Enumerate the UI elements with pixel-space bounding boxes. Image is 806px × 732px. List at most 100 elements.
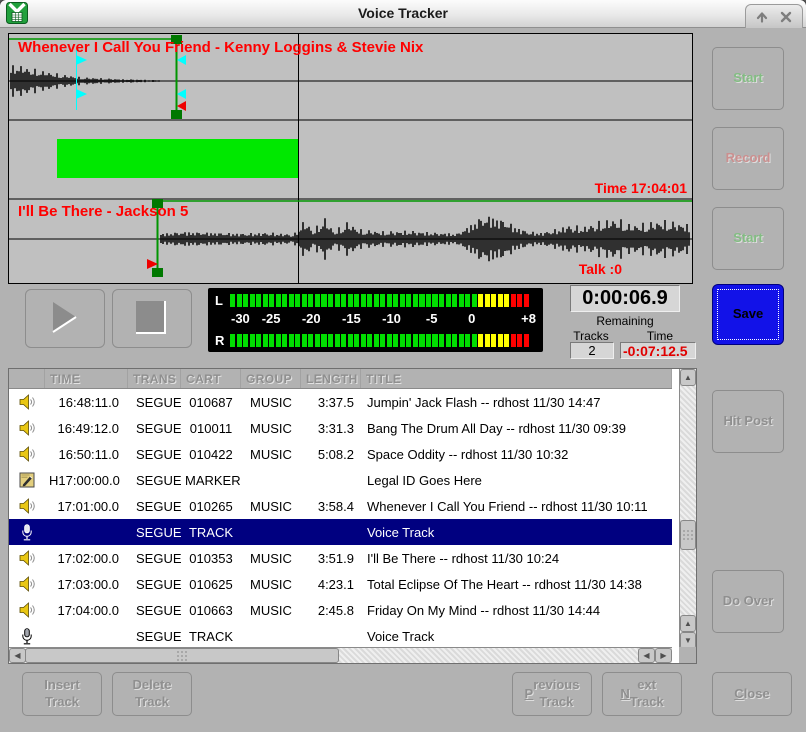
track3-edit-handle[interactable] (152, 268, 163, 277)
horizontal-scrollbar[interactable] (9, 647, 672, 663)
meter-segment (446, 294, 451, 307)
column-header-icon[interactable] (9, 369, 45, 388)
column-header-time[interactable]: TIME (45, 369, 128, 388)
shade-window-icon[interactable] (755, 10, 769, 24)
cell-title: Bang The Drum All Day -- rdhost 11/30 09… (361, 421, 672, 436)
scroll-right-button[interactable] (655, 648, 672, 663)
meter-segment (328, 334, 333, 347)
log-table-rows: 16:48:11.0SEGUE010687MUSIC3:37.5Jumpin' … (9, 389, 672, 649)
save-button[interactable]: Save (712, 284, 784, 345)
talk-counter-label: Talk :0 (579, 261, 622, 277)
previous-track-button[interactable]: PreviousTrack (512, 672, 592, 716)
cell-title: Jumpin' Jack Flash -- rdhost 11/30 14:47 (361, 395, 672, 410)
play-button[interactable] (25, 289, 105, 348)
fade-end-marker-icon[interactable] (177, 55, 186, 65)
meter-segment (432, 294, 437, 307)
column-header-title[interactable]: TITLE (361, 369, 672, 388)
cell-trans: SEGUE (128, 629, 181, 644)
cell-icon (9, 628, 45, 645)
meter-segment (335, 294, 340, 307)
cell-group: MUSIC (241, 499, 301, 514)
cell-title: I'll Be There -- rdhost 11/30 10:24 (361, 551, 672, 566)
meter-segment (426, 294, 431, 307)
cell-length: 3:37.5 (301, 395, 361, 410)
close-button[interactable]: Close (712, 672, 792, 716)
track-time-label: Time 17:04:01 (595, 180, 687, 196)
track3-start-marker-icon[interactable] (147, 259, 158, 269)
record-button[interactable]: Record (712, 127, 784, 190)
meter-segment (511, 334, 516, 347)
fade-start-marker-icon[interactable] (76, 55, 87, 65)
column-header-length[interactable]: LENGTH (301, 369, 361, 388)
meter-segment (459, 294, 464, 307)
log-row[interactable]: 17:04:00.0SEGUE010663MUSIC2:45.8Friday O… (9, 597, 672, 623)
waveform-panel[interactable]: Whenever I Call You Friend - Kenny Loggi… (8, 33, 693, 284)
hit-post-button[interactable]: Hit Post (712, 390, 784, 453)
close-window-icon[interactable] (779, 10, 793, 24)
next-track-button[interactable]: NextTrack (602, 672, 682, 716)
remaining-tracks-label: Tracks (560, 329, 622, 343)
meter-segment (263, 294, 268, 307)
cell-title: Total Eclipse Of The Heart -- rdhost 11/… (361, 577, 672, 592)
track1-edit-handle[interactable] (171, 110, 182, 119)
log-row-selected[interactable]: SEGUETRACKVoice Track (9, 519, 672, 545)
cell-icon (9, 472, 45, 488)
cell-trans: SEGUE (128, 447, 181, 462)
scroll-left-button-2[interactable] (638, 648, 655, 663)
cell-cart: 010011 (181, 421, 241, 436)
speaker-icon (19, 576, 36, 592)
meter-segment (263, 334, 268, 347)
log-row[interactable]: 16:50:11.0SEGUE010422MUSIC5:08.2Space Od… (9, 441, 672, 467)
insert-track-button[interactable]: InsertTrack (22, 672, 102, 716)
log-row[interactable]: 16:48:11.0SEGUE010687MUSIC3:37.5Jumpin' … (9, 389, 672, 415)
waveform-canvas[interactable] (9, 34, 692, 283)
start-2-button[interactable]: Start (712, 207, 784, 270)
meter-segment (308, 334, 313, 347)
log-row[interactable]: 17:01:00.0SEGUE010265MUSIC3:58.4Whenever… (9, 493, 672, 519)
cell-length: 5:08.2 (301, 447, 361, 462)
title-bar[interactable]: Voice Tracker (0, 0, 806, 28)
voice-track-region[interactable] (57, 139, 298, 178)
log-row[interactable]: H17:00:00.0SEGUEMARKERLegal ID Goes Here (9, 467, 672, 493)
scroll-up-button-2[interactable] (680, 615, 696, 632)
cell-icon (9, 576, 45, 592)
horizontal-scroll-thumb[interactable] (25, 648, 339, 663)
log-row[interactable]: 17:03:00.0SEGUE010625MUSIC4:23.1Total Ec… (9, 571, 672, 597)
start-1-button[interactable]: Start (712, 47, 784, 110)
voice-tracker-window: Voice Tracker Whenever I Call You Friend… (0, 0, 806, 732)
delete-track-button[interactable]: DeleteTrack (112, 672, 192, 716)
meter-segment (419, 294, 424, 307)
meter-segment (413, 294, 418, 307)
cell-length: 3:51.9 (301, 551, 361, 566)
log-row[interactable]: SEGUETRACKVoice Track (9, 623, 672, 649)
cell-icon (9, 602, 45, 618)
log-row[interactable]: 16:49:12.0SEGUE010011MUSIC3:31.3Bang The… (9, 415, 672, 441)
column-header-trans[interactable]: TRANS (128, 369, 181, 388)
track1-start-marker-icon[interactable] (177, 101, 186, 111)
do-over-button[interactable]: Do Over (712, 570, 784, 633)
stop-button[interactable] (112, 289, 192, 348)
meter-tick-label: -30 (231, 311, 250, 326)
fade-start-marker-icon[interactable] (76, 89, 87, 99)
meter-tick-label: -5 (426, 311, 438, 326)
scroll-left-button[interactable] (9, 648, 26, 663)
column-header-cart[interactable]: CART (181, 369, 241, 388)
cell-trans: SEGUE (128, 603, 181, 618)
speaker-icon (19, 446, 36, 462)
meter-segment (406, 334, 411, 347)
speaker-icon (19, 420, 36, 436)
cell-cart: 010663 (181, 603, 241, 618)
cell-group: MUSIC (241, 395, 301, 410)
log-row[interactable]: 17:02:00.0SEGUE010353MUSIC3:51.9I'll Be … (9, 545, 672, 571)
cell-trans: SEGUE (128, 499, 181, 514)
meter-scale: -30-25-20-15-10-50+8 (231, 311, 536, 327)
meter-segment (406, 294, 411, 307)
vertical-scrollbar[interactable] (679, 369, 696, 649)
meter-segment (250, 334, 255, 347)
window-controls (745, 4, 803, 28)
column-header-group[interactable]: GROUP (241, 369, 301, 388)
vertical-scroll-thumb[interactable] (680, 520, 696, 550)
fade-end-marker-icon[interactable] (177, 89, 186, 99)
scroll-up-button[interactable] (680, 369, 696, 386)
cell-time: 16:50:11.0 (45, 447, 128, 462)
